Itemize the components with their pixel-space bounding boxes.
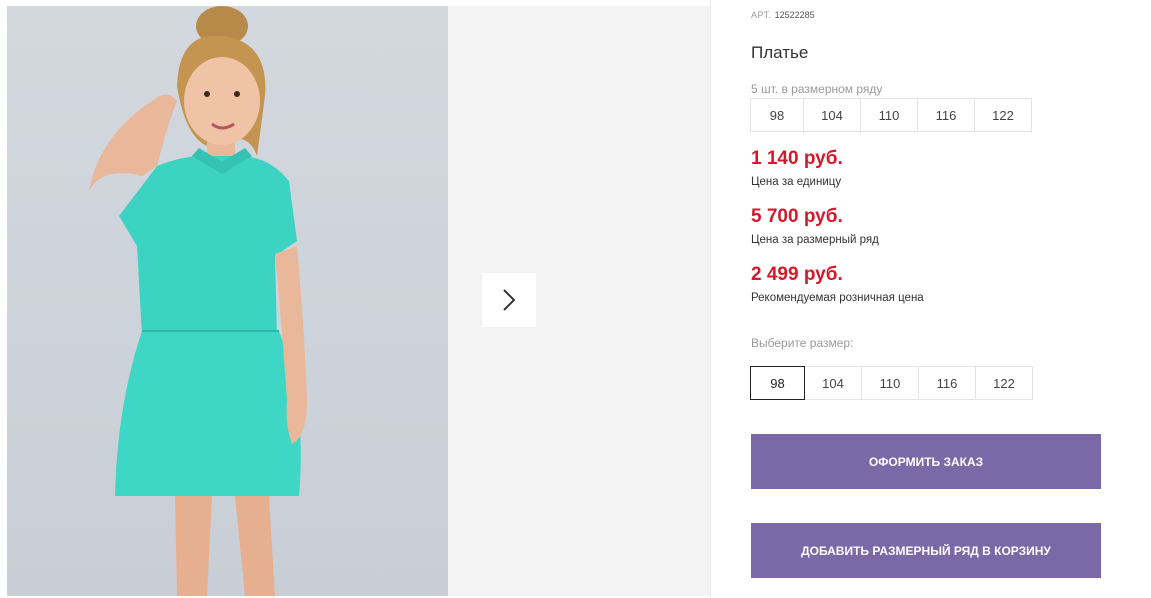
row-price: 5 700 руб. [751,206,843,227]
sku-label: АРТ. [751,10,772,20]
product-gallery [0,0,711,598]
size-option-110[interactable]: 110 [861,366,919,400]
order-button[interactable]: Оформить заказ [751,434,1101,489]
size-row-caption: 5 шт. в размерном ряду [751,82,883,96]
unit-price-label: Цена за единицу [751,176,842,188]
product-photo [7,6,448,596]
retail-price-label: Рекомендуемая розничная цена [751,292,924,304]
product-photo-illustration [89,6,307,596]
size-row-list: 98 104 110 116 122 [750,98,1032,132]
choose-size-caption: Выберите размер: [751,336,854,350]
retail-price: 2 499 руб. [751,264,843,285]
size-row-item: 104 [803,98,861,132]
size-row-item: 98 [750,98,804,132]
size-option-98[interactable]: 98 [750,366,805,400]
size-option-104[interactable]: 104 [804,366,862,400]
product-title: Платье [751,43,809,62]
sku-value: 12522285 [774,10,815,20]
sku: АРТ. 12522285 [751,10,815,20]
size-row-item: 122 [974,98,1032,132]
size-option-122[interactable]: 122 [975,366,1033,400]
chevron-right-icon [503,289,516,311]
row-price-label: Цена за размерный ряд [751,234,879,246]
next-slide-button[interactable] [482,273,536,327]
size-option-116[interactable]: 116 [918,366,976,400]
size-row-item: 110 [860,98,918,132]
size-selector: 98 104 110 116 122 [750,366,1033,400]
add-size-row-to-cart-button[interactable]: Добавить размерный ряд в корзину [751,523,1101,578]
size-row-item: 116 [917,98,975,132]
unit-price: 1 140 руб. [751,148,843,169]
